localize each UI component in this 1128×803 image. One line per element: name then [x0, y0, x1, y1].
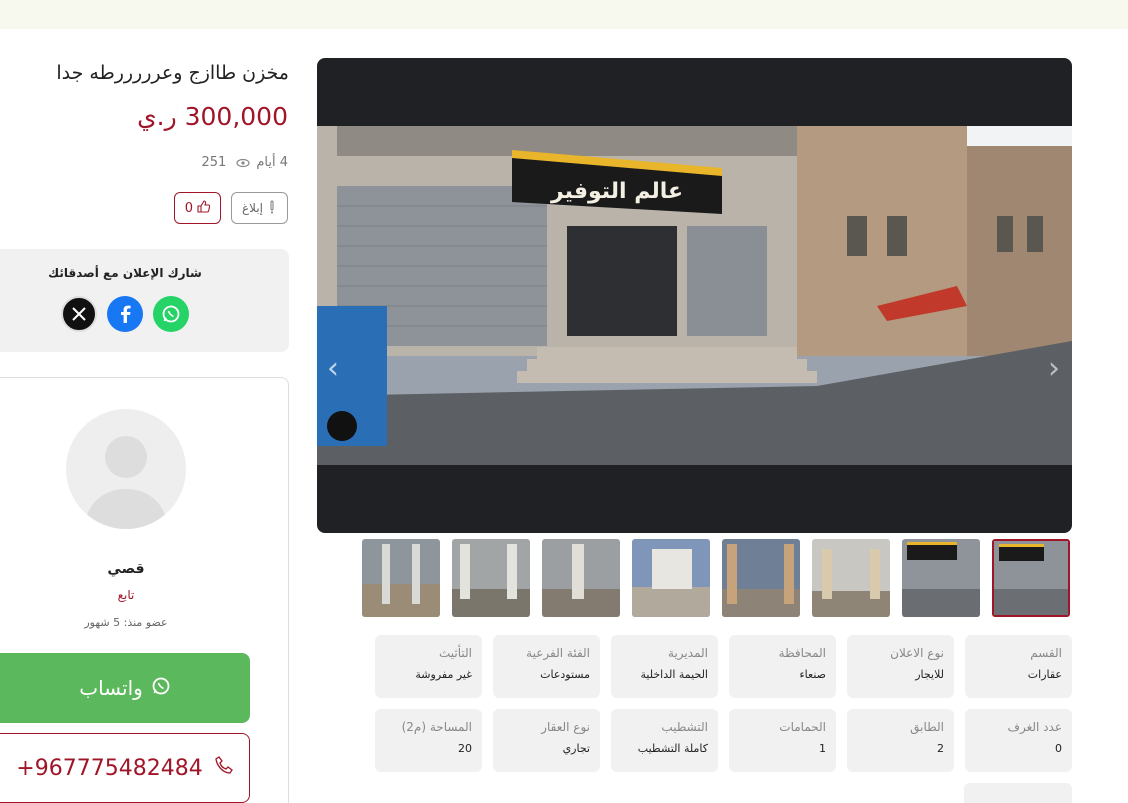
phone-number: +967775482484 [16, 755, 203, 781]
thumbnail[interactable] [722, 539, 800, 617]
share-icons [61, 296, 189, 332]
thumbnail[interactable] [362, 539, 440, 617]
details-grid: القسم عقارات نوع الاعلان للايجار المحافظة ص… [374, 635, 1072, 772]
thumbnail[interactable] [812, 539, 890, 617]
likes-count: 0 [184, 200, 193, 216]
detail-area: المساحة (م2) 20 [375, 709, 482, 772]
detail-category: القسم عقارات [965, 635, 1072, 698]
whatsapp-icon [151, 676, 171, 701]
phone-icon [215, 755, 233, 781]
share-panel: شارك الإعلان مع أصدقائك [0, 249, 289, 352]
phone-button[interactable]: +967775482484 [0, 733, 250, 803]
main-photo: عالم التوفير ‹ › [317, 126, 1072, 465]
detail-cell-partial [964, 783, 1072, 803]
listing-meta: 4 أيام 251 [202, 155, 288, 170]
eye-icon [236, 156, 250, 170]
thumbnail[interactable] [902, 539, 980, 617]
detail-bathrooms: الحمامات 1 [729, 709, 836, 772]
detail-subcategory: الفئة الفرعية مستودعات [493, 635, 600, 698]
detail-district: المديرية الحيمة الداخلية [611, 635, 718, 698]
detail-ad-type: نوع الاعلان للايجار [847, 635, 954, 698]
x-icon[interactable] [61, 296, 97, 332]
share-title: شارك الإعلان مع أصدقائك [48, 266, 202, 280]
shop-sign-text: عالم التوفير [550, 179, 683, 204]
detail-finishing: التشطيب كاملة التشطيب [611, 709, 718, 772]
report-button[interactable]: إبلاغ [231, 192, 288, 224]
detail-rooms: عدد الغرف 0 [965, 709, 1072, 772]
thumbnail[interactable] [632, 539, 710, 617]
facebook-icon[interactable] [107, 296, 143, 332]
like-button[interactable]: 0 [173, 192, 221, 224]
chevron-right-icon[interactable]: › [1048, 351, 1060, 386]
thumbnail-strip [362, 539, 1072, 619]
whatsapp-icon[interactable] [153, 296, 189, 332]
listing-actions: إبلاغ 0 [173, 192, 288, 224]
seller-name[interactable]: قصي [0, 561, 261, 577]
detail-governorate: المحافظة صنعاء [729, 635, 836, 698]
top-bar [0, 0, 1128, 29]
thumbnail[interactable] [542, 539, 620, 617]
seller-type: تابع [117, 588, 135, 602]
whatsapp-button[interactable]: واتساب [0, 653, 250, 723]
views-count: 251 [201, 155, 227, 170]
thumbs-up-icon [197, 199, 211, 217]
avatar [66, 409, 186, 529]
thumbnail[interactable] [452, 539, 530, 617]
seller-member-since: عضو منذ: 5 شهور [84, 616, 168, 629]
whatsapp-label: واتساب [79, 676, 143, 700]
report-label: إبلاغ [242, 201, 263, 215]
listing-age: 4 أيام [256, 155, 288, 170]
flag-icon [267, 200, 277, 217]
image-gallery[interactable]: عالم التوفير ‹ › [317, 58, 1072, 533]
listing-price: 300,000 ر.ي [137, 102, 288, 131]
chevron-left-icon[interactable]: ‹ [327, 351, 347, 391]
detail-furnishing: التأثيث غير مفروشة [375, 635, 482, 698]
listing-title: مخزن طاازج وعرررررطه جدا [56, 62, 289, 84]
detail-property-type: نوع العقار تجاري [493, 709, 600, 772]
detail-floor: الطابق 2 [847, 709, 954, 772]
thumbnail-active[interactable] [992, 539, 1070, 617]
